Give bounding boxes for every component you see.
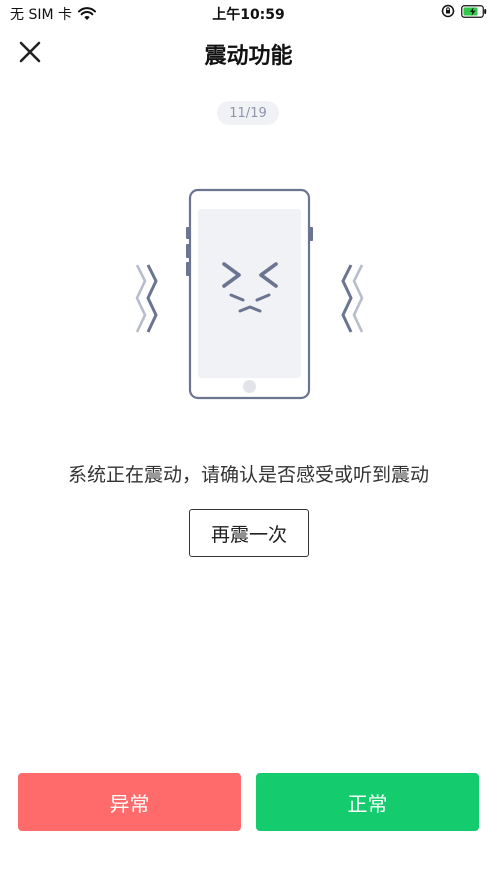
status-time: 上午10:59 — [212, 7, 285, 23]
instruction-text: 系统正在震动，请确认是否感受或听到震动 — [67, 464, 429, 486]
progress-indicator: 11/19 — [217, 101, 279, 125]
vibrating-phone-icon — [135, 188, 364, 400]
status-right — [435, 4, 487, 18]
vibrate-again-button[interactable]: 再震一次 — [189, 509, 309, 557]
status-bar: 无 SIM 卡 上午10:59 — [0, 0, 497, 24]
battery-icon — [461, 4, 487, 18]
abnormal-button[interactable]: 异常 — [18, 773, 241, 831]
orientation-lock-icon — [441, 4, 455, 18]
normal-button[interactable]: 正常 — [256, 773, 479, 831]
page-title: 震动功能 — [204, 44, 293, 69]
nav-bar: 震动功能 — [0, 28, 497, 74]
